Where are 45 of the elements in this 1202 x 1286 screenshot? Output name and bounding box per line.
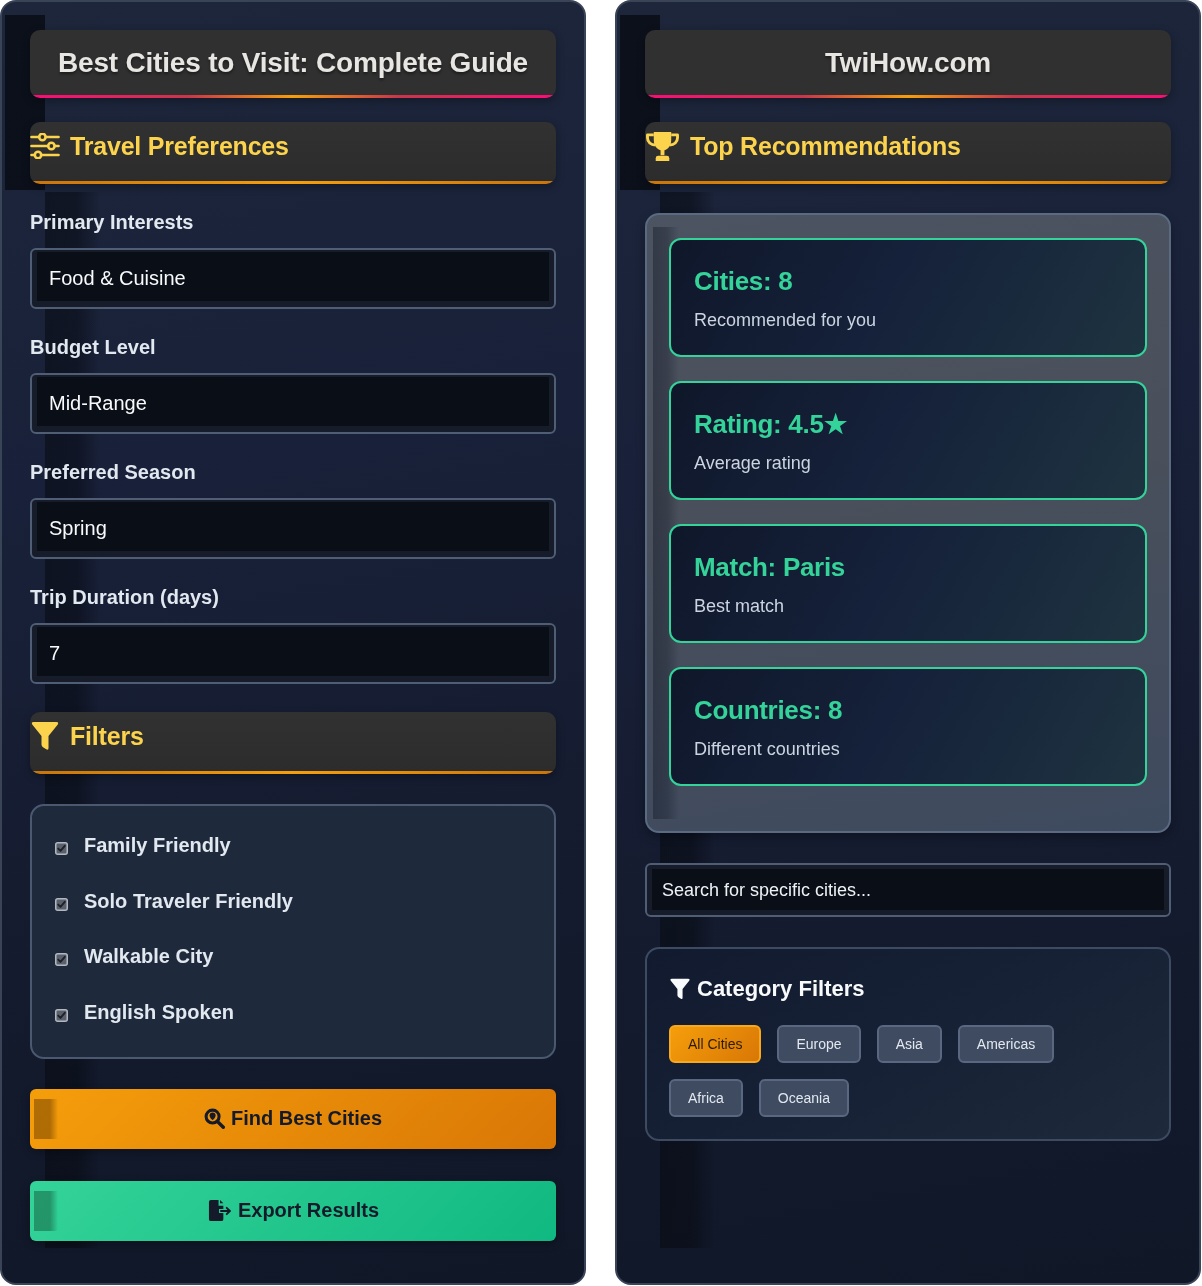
field-label: Budget Level xyxy=(30,335,157,359)
search-field[interactable]: Search for specific cities... xyxy=(645,863,1171,917)
section-title: Filters xyxy=(70,721,144,752)
sliders-icon xyxy=(30,133,60,159)
checkbox[interactable] xyxy=(55,1008,68,1022)
checkbox[interactable] xyxy=(55,842,68,855)
stat-title: Cities: 8 xyxy=(694,266,794,296)
option-label[interactable]: Family Friendly xyxy=(84,832,231,858)
category-title: Category Filters xyxy=(697,975,865,1003)
page-title: Best Cities to Visit: Complete Guide xyxy=(58,46,528,80)
input-field[interactable]: Mid-Range xyxy=(30,373,556,434)
option-label[interactable]: Walkable City xyxy=(84,943,214,969)
option-label[interactable]: Solo Traveler Friendly xyxy=(84,887,293,914)
stat-title: Rating: 4.5★ xyxy=(694,409,848,439)
stat-title: Match: Paris xyxy=(694,552,846,582)
category-button[interactable]: Europe xyxy=(777,1025,861,1063)
category-button[interactable]: Asia xyxy=(876,1025,942,1063)
input-field[interactable]: Spring xyxy=(30,498,556,559)
field-label: Trip Duration (days) xyxy=(30,585,220,609)
stat-caption: Best match xyxy=(694,595,786,618)
input-field[interactable]: Food & Cuisine xyxy=(30,248,556,309)
site-title: TwiHow.com xyxy=(825,46,991,80)
section-title: Top Recommendations xyxy=(690,131,961,162)
filter-icon xyxy=(30,721,60,751)
filter-icon xyxy=(669,978,691,1000)
category-button[interactable]: Oceania xyxy=(758,1079,849,1117)
file-export-icon xyxy=(206,1199,232,1222)
field-label: Preferred Season xyxy=(30,460,197,484)
category-button[interactable]: All Cities xyxy=(669,1025,762,1063)
stat-caption: Different countries xyxy=(694,738,841,761)
trophy-icon xyxy=(645,130,680,162)
export-button[interactable]: Export Results xyxy=(30,1180,556,1241)
option-label[interactable]: English Spoken xyxy=(84,998,235,1025)
find-cities-button[interactable]: Find Best Cities xyxy=(30,1088,556,1149)
section-title: Travel Preferences xyxy=(70,131,289,162)
search-icon xyxy=(203,1108,225,1129)
stat-title: Countries: 8 xyxy=(694,695,844,725)
category-button[interactable]: Americas xyxy=(957,1025,1055,1063)
checkbox[interactable] xyxy=(55,953,68,966)
stat-caption: Average rating xyxy=(694,452,812,475)
field-label: Primary Interests xyxy=(30,210,195,234)
input-field[interactable]: 7 xyxy=(30,623,556,684)
category-button[interactable]: Africa xyxy=(669,1079,743,1117)
stat-caption: Recommended for you xyxy=(694,309,878,332)
checkbox[interactable] xyxy=(55,897,68,911)
